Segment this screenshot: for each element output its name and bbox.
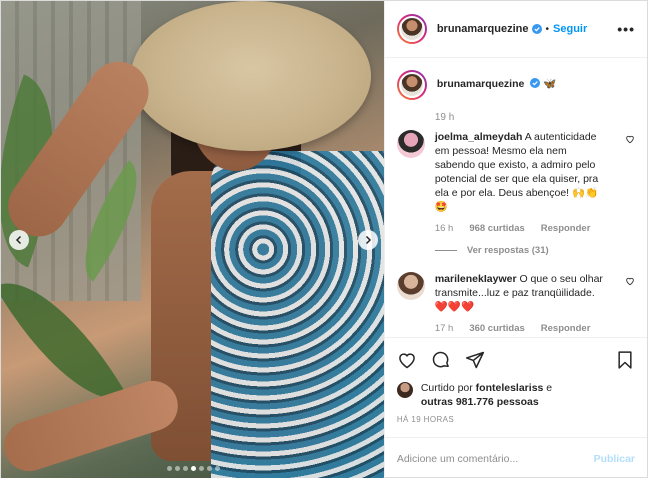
carousel-dot [198, 466, 204, 471]
view-replies-label: Ver respostas (31) [466, 245, 549, 256]
comment-body: A autenticidade em pessoa! Mesmo ela nem… [434, 131, 599, 213]
follow-button[interactable]: Seguir [553, 23, 587, 35]
replies-divider [434, 250, 457, 251]
author-username[interactable]: brunamarquezine [437, 23, 529, 35]
liker-username[interactable]: fonteleslariss [476, 382, 544, 394]
like-comment-heart-icon[interactable] [625, 276, 635, 286]
header-separator: • [545, 23, 550, 35]
comment-text: joelma_almeydah A autenticidade em pesso… [435, 130, 607, 214]
commenter-avatar[interactable] [396, 272, 425, 300]
commenter-username[interactable]: marilenekIaywer [435, 273, 517, 285]
liker-avatar[interactable] [396, 382, 413, 398]
previous-photo-button[interactable] [9, 230, 29, 250]
comment-item: marilenekIaywer O que o seu olhar transm… [396, 272, 635, 314]
publish-button[interactable]: Publicar [594, 453, 635, 465]
post-actions [384, 337, 647, 381]
verified-badge-icon [530, 78, 541, 88]
post-photo[interactable] [1, 1, 384, 478]
likes-text: Curtido por fonteleslariss e outras 981.… [421, 381, 552, 409]
likes-summary: Curtido por fonteleslariss e outras 981.… [385, 381, 647, 409]
reply-button[interactable]: Responder [541, 223, 591, 234]
carousel-dot [190, 466, 196, 471]
caption-avatar[interactable] [396, 70, 427, 100]
verified-badge-icon [531, 24, 542, 34]
bookmark-icon[interactable] [615, 350, 635, 370]
commenter-avatar[interactable] [396, 130, 425, 158]
carousel-dots [1, 466, 384, 471]
caption-username[interactable]: brunamarquezine [437, 78, 525, 90]
author-avatar[interactable] [396, 14, 427, 44]
reply-button[interactable]: Responder [541, 323, 591, 334]
caption-row: brunamarquezine 🦋 [396, 70, 635, 100]
likes-middle: e [543, 382, 553, 394]
commenter-username[interactable]: joelma_almeydah [435, 131, 523, 143]
share-send-icon[interactable] [465, 350, 485, 370]
comment-text: marilenekIaywer O que o seu olhar transm… [435, 272, 607, 314]
post-timestamp[interactable]: HÁ 19 HORAS [385, 409, 647, 437]
post-header: brunamarquezine • Seguir ••• [384, 1, 647, 58]
comment-item: joelma_almeydah A autenticidade em pesso… [396, 130, 635, 214]
more-options-icon[interactable]: ••• [617, 21, 635, 37]
photo-kimono [211, 151, 384, 478]
carousel-dot [166, 466, 172, 471]
comment-meta: 16 h 968 curtidas Responder [435, 223, 635, 234]
caption-time[interactable]: 19 h [435, 112, 635, 123]
chevron-right-icon [365, 235, 372, 245]
post-side-panel: brunamarquezine • Seguir ••• brunamarque… [383, 1, 647, 478]
next-photo-button[interactable] [358, 230, 378, 250]
chevron-left-icon [15, 235, 22, 245]
photo-hat [131, 1, 371, 151]
comment-input[interactable] [396, 452, 594, 465]
add-comment-bar: Publicar [384, 437, 647, 478]
like-heart-icon[interactable] [397, 350, 417, 370]
comment-likes[interactable]: 360 curtidas [469, 323, 524, 334]
caption-text: brunamarquezine 🦋 [437, 77, 609, 91]
view-replies-button[interactable]: Ver respostas (31) [434, 245, 635, 256]
carousel-dot [182, 466, 188, 471]
comment-meta: 17 h 360 curtidas Responder [435, 323, 635, 334]
comment-likes[interactable]: 968 curtidas [469, 223, 524, 234]
comment-bubble-icon[interactable] [431, 350, 451, 370]
comment-time[interactable]: 17 h [435, 323, 454, 334]
likes-prefix: Curtido por [420, 382, 476, 394]
caption-emoji: 🦋 [543, 78, 557, 90]
comments-list: brunamarquezine 🦋 19 h joelma_almeydah A… [385, 58, 647, 337]
comment-time[interactable]: 16 h [435, 223, 454, 234]
carousel-dot [206, 466, 212, 471]
instagram-post: brunamarquezine • Seguir ••• brunamarque… [0, 0, 648, 478]
carousel-dot [174, 466, 180, 471]
likes-others-link[interactable]: outras 981.776 pessoas [421, 396, 539, 408]
like-comment-heart-icon[interactable] [625, 134, 635, 144]
carousel-dot [214, 466, 220, 471]
